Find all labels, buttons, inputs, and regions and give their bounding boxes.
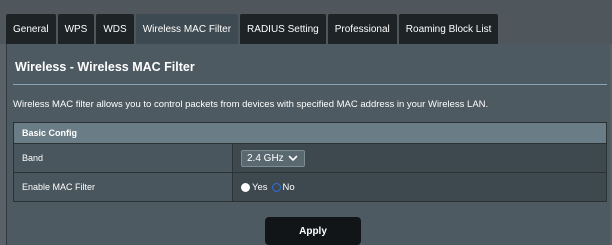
- tab-general[interactable]: General: [6, 14, 56, 44]
- radio-yes-label: Yes: [252, 181, 268, 193]
- chevron-down-icon: [288, 155, 297, 161]
- tab-bar: General WPS WDS Wireless MAC Filter RADI…: [0, 0, 612, 44]
- radio-yes[interactable]: Yes: [241, 182, 268, 193]
- tab-wds[interactable]: WDS: [96, 14, 134, 44]
- mac-filter-label: Enable MAC Filter: [14, 173, 232, 201]
- apply-button[interactable]: Apply: [265, 217, 361, 245]
- tab-professional[interactable]: Professional: [327, 14, 397, 44]
- section-header: Basic Config: [14, 123, 606, 143]
- band-select-value: 2.4 GHz: [247, 152, 284, 164]
- tab-radius-setting[interactable]: RADIUS Setting: [240, 14, 326, 44]
- radio-yes-indicator[interactable]: [241, 182, 250, 192]
- settings-panel: Wireless - Wireless MAC Filter Wireless …: [6, 44, 610, 245]
- basic-config-table: Basic Config Band 2.4 GHz Enable MAC Fil…: [13, 122, 607, 202]
- radio-no-label: No: [282, 181, 295, 193]
- mac-filter-row: Enable MAC Filter Yes No: [14, 172, 606, 201]
- mac-filter-cell: Yes No: [232, 173, 606, 201]
- band-cell: 2.4 GHz: [232, 144, 606, 172]
- band-label: Band: [14, 144, 232, 172]
- title-divider: [13, 84, 607, 85]
- radio-no-indicator[interactable]: [271, 182, 281, 192]
- band-row: Band 2.4 GHz: [14, 143, 606, 172]
- tab-roaming-block-list[interactable]: Roaming Block List: [398, 14, 499, 44]
- page-title: Wireless - Wireless MAC Filter: [15, 60, 195, 74]
- page-description: Wireless MAC filter allows you to contro…: [13, 99, 489, 110]
- band-select[interactable]: 2.4 GHz: [241, 149, 305, 167]
- tab-wireless-mac-filter[interactable]: Wireless MAC Filter: [135, 14, 239, 44]
- radio-no[interactable]: No: [271, 181, 295, 193]
- tab-wps[interactable]: WPS: [57, 14, 95, 44]
